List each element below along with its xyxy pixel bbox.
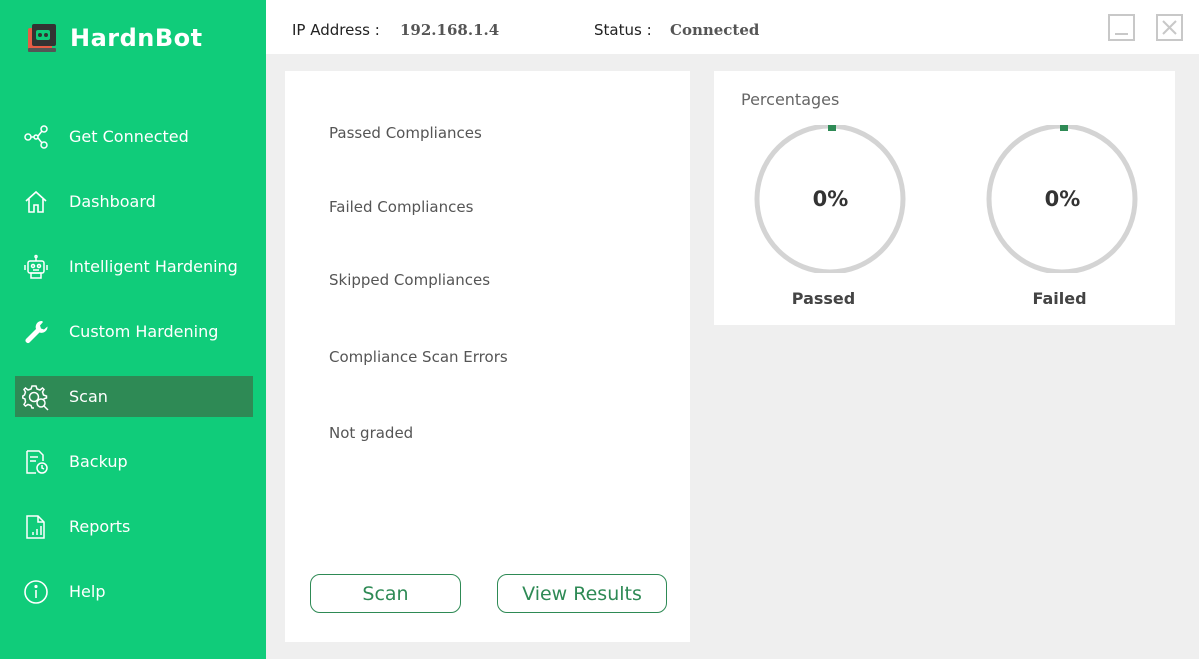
wrench-icon bbox=[22, 318, 50, 346]
share-icon bbox=[22, 123, 50, 151]
sidebar-item-label: Scan bbox=[69, 387, 108, 406]
hardnbot-logo-icon bbox=[28, 24, 56, 52]
sidebar-item-dashboard[interactable]: Dashboard bbox=[15, 181, 253, 222]
backup-icon bbox=[22, 448, 50, 476]
ip-address-value: 192.168.1.4 bbox=[400, 21, 500, 39]
minimize-icon bbox=[1115, 33, 1128, 35]
topbar: IP Address : 192.168.1.4 Status : Connec… bbox=[266, 0, 1199, 54]
info-icon bbox=[22, 578, 50, 606]
sidebar: HardnBot Get Connected Dashboard Intelli… bbox=[0, 0, 266, 659]
sidebar-item-intelligent-hardening[interactable]: Intelligent Hardening bbox=[15, 246, 253, 287]
close-button[interactable] bbox=[1156, 14, 1183, 41]
minimize-button[interactable] bbox=[1108, 14, 1135, 41]
skipped-compliances-label: Skipped Compliances bbox=[329, 271, 491, 289]
robot-icon bbox=[22, 253, 50, 281]
sidebar-item-label: Dashboard bbox=[69, 192, 156, 211]
reports-icon bbox=[22, 513, 50, 541]
status-value: Connected bbox=[670, 21, 760, 39]
scan-gear-icon bbox=[22, 383, 50, 411]
passed-compliances-label: Passed Compliances bbox=[329, 124, 482, 142]
home-icon bbox=[22, 188, 50, 216]
sidebar-item-label: Help bbox=[69, 582, 106, 601]
percentages-title: Percentages bbox=[741, 90, 840, 109]
failed-gauge: 0% bbox=[985, 123, 1140, 275]
sidebar-item-label: Backup bbox=[69, 452, 128, 471]
scan-button[interactable]: Scan bbox=[310, 574, 461, 613]
sidebar-item-backup[interactable]: Backup bbox=[15, 441, 253, 482]
percentages-panel: Percentages 0% Passed 0% Failed bbox=[714, 71, 1175, 325]
compliance-panel: Passed Compliances Failed Compliances Sk… bbox=[285, 71, 690, 642]
failed-label: Failed bbox=[1032, 289, 1087, 308]
sidebar-item-scan[interactable]: Scan bbox=[15, 376, 253, 417]
sidebar-item-reports[interactable]: Reports bbox=[15, 506, 253, 547]
brand: HardnBot bbox=[22, 16, 203, 60]
not-graded-label: Not graded bbox=[329, 424, 414, 442]
sidebar-item-label: Reports bbox=[69, 517, 131, 536]
status-label: Status : bbox=[594, 21, 652, 39]
passed-label: Passed bbox=[791, 289, 856, 308]
app-name: HardnBot bbox=[70, 24, 203, 52]
passed-percent: 0% bbox=[812, 187, 849, 211]
sidebar-item-help[interactable]: Help bbox=[15, 571, 253, 612]
sidebar-item-get-connected[interactable]: Get Connected bbox=[15, 116, 253, 157]
sidebar-item-label: Intelligent Hardening bbox=[69, 257, 238, 276]
view-results-button[interactable]: View Results bbox=[497, 574, 667, 613]
passed-gauge: 0% bbox=[753, 123, 908, 275]
ip-address-label: IP Address : bbox=[292, 21, 380, 39]
failed-percent: 0% bbox=[1044, 187, 1081, 211]
sidebar-item-label: Get Connected bbox=[69, 127, 189, 146]
sidebar-item-label: Custom Hardening bbox=[69, 322, 219, 341]
close-icon bbox=[1162, 20, 1177, 35]
compliance-scan-errors-label: Compliance Scan Errors bbox=[329, 348, 508, 366]
failed-compliances-label: Failed Compliances bbox=[329, 198, 474, 216]
sidebar-item-custom-hardening[interactable]: Custom Hardening bbox=[15, 311, 253, 352]
